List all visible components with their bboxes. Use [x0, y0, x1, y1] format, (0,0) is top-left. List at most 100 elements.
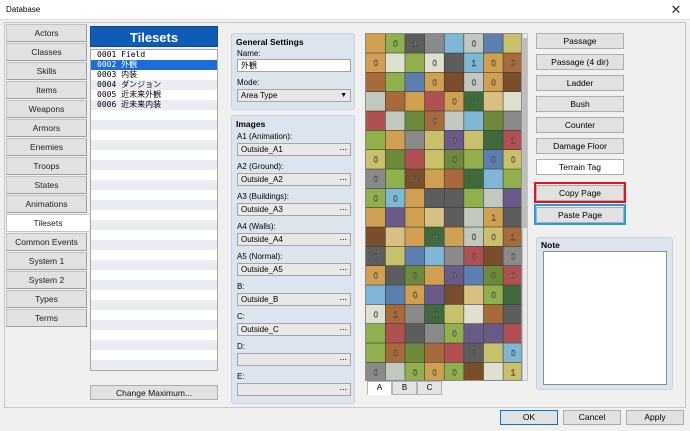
tile-cell[interactable]: [366, 227, 386, 247]
tile-scrollbar[interactable]: [522, 33, 528, 381]
category-items-button[interactable]: Items: [6, 81, 87, 99]
tile-cell[interactable]: [405, 130, 425, 150]
tile-cell[interactable]: [385, 208, 405, 227]
tile-cell[interactable]: [385, 111, 405, 131]
image-slot-field[interactable]: Outside_A1...: [237, 142, 351, 156]
tile-cell[interactable]: [385, 92, 405, 111]
tileset-list-item[interactable]: 0003 内装: [91, 70, 217, 80]
image-slot-field[interactable]: Outside_A3...: [237, 202, 351, 216]
image-slot-field[interactable]: Outside_A2...: [237, 172, 351, 186]
tile-cell[interactable]: [503, 324, 522, 343]
ok-button[interactable]: OK: [500, 410, 558, 425]
category-enemies-button[interactable]: Enemies: [6, 138, 87, 156]
tile-cell[interactable]: [464, 266, 484, 285]
tile-cell[interactable]: [464, 130, 484, 150]
tile-cell[interactable]: [424, 246, 444, 266]
tile-cell[interactable]: [483, 169, 503, 189]
tileset-list-item[interactable]: 0002 外観: [91, 60, 217, 70]
tile-cell[interactable]: [444, 169, 464, 189]
tile-cell[interactable]: [405, 188, 425, 208]
tile-cell[interactable]: [405, 246, 425, 266]
tile-cell[interactable]: [503, 72, 522, 92]
category-skills-button[interactable]: Skills: [6, 62, 87, 80]
tile-cell[interactable]: [444, 72, 464, 92]
tile-cell[interactable]: [483, 34, 503, 53]
tile-cell[interactable]: [424, 169, 444, 189]
tileset-list-item[interactable]: 0005 近未来外観: [91, 90, 217, 100]
category-animations-button[interactable]: Animations: [6, 195, 87, 213]
tileset-list-item[interactable]: 0001 Field: [91, 50, 217, 60]
tile-cell[interactable]: [464, 188, 484, 208]
tile-cell[interactable]: [483, 246, 503, 266]
category-terms-button[interactable]: Terms: [6, 309, 87, 327]
tile-cell[interactable]: [366, 34, 386, 53]
tile-cell[interactable]: [483, 304, 503, 324]
tile-cell[interactable]: [405, 227, 425, 247]
bush-button[interactable]: Bush: [536, 96, 624, 112]
tile-cell[interactable]: [464, 362, 484, 381]
tile-cell[interactable]: [366, 324, 386, 343]
tile-cell[interactable]: [385, 227, 405, 247]
tile-cell[interactable]: [385, 246, 405, 266]
tile-cell[interactable]: [503, 304, 522, 324]
tile-cell[interactable]: [444, 304, 464, 324]
category-armors-button[interactable]: Armors: [6, 119, 87, 137]
tile-cell[interactable]: [385, 266, 405, 285]
tile-cell[interactable]: [405, 343, 425, 363]
tile-cell[interactable]: [444, 343, 464, 363]
image-slot-field[interactable]: ...: [237, 352, 351, 366]
tile-cell[interactable]: [385, 130, 405, 150]
tile-cell[interactable]: [366, 343, 386, 363]
tile-tab-b[interactable]: B: [392, 381, 417, 395]
tile-palette[interactable]: 0 1 0 0 0 1 0 0 0 0 0 0 0 0 0 1 0 0 0 0 0 0 0 0 1 0 0 0 1 0 0 0 0 0 0 0 0 0 0 0…: [365, 33, 522, 381]
tileset-list[interactable]: 0001 Field 0002 外観 0003 内装 0004 ダンジョン 0005 近…: [90, 49, 218, 371]
tile-cell[interactable]: [483, 324, 503, 343]
tile-cell[interactable]: [444, 188, 464, 208]
tile-cell[interactable]: [366, 285, 386, 305]
name-field[interactable]: 外観: [237, 59, 351, 72]
tile-tab-c[interactable]: C: [417, 381, 442, 395]
tile-cell[interactable]: [483, 130, 503, 150]
tile-cell[interactable]: [366, 72, 386, 92]
tile-cell[interactable]: [405, 150, 425, 169]
tile-cell[interactable]: [424, 208, 444, 227]
paste-page-button[interactable]: Paste Page: [536, 207, 624, 223]
tile-cell[interactable]: [444, 208, 464, 227]
tile-cell[interactable]: [503, 208, 522, 227]
tile-cell[interactable]: [366, 130, 386, 150]
tile-cell[interactable]: [405, 72, 425, 92]
tile-cell[interactable]: [424, 266, 444, 285]
category-tilesets-button[interactable]: Tilesets: [6, 214, 89, 232]
category-common-events-button[interactable]: Common Events: [6, 233, 87, 251]
tile-cell[interactable]: [424, 92, 444, 111]
tile-cell[interactable]: [424, 324, 444, 343]
tile-grid[interactable]: 0 1 0 0 0 1 0 0 0 0 0 0 0 0 0 1 0 0 0 0 0 0 0 0 1 0 0 0 1 0 0 0 0 0 0 0 0 0 0 0…: [366, 34, 522, 381]
tile-cell[interactable]: [405, 304, 425, 324]
tile-cell[interactable]: [385, 72, 405, 92]
category-system-1-button[interactable]: System 1: [6, 252, 87, 270]
tile-scrollbar-thumb[interactable]: [523, 38, 527, 228]
mode-select[interactable]: Area Type ▼: [237, 89, 351, 102]
tile-cell[interactable]: [424, 150, 444, 169]
tileset-list-item[interactable]: 0006 近未来内装: [91, 100, 217, 110]
tile-cell[interactable]: [483, 188, 503, 208]
tileset-list-item[interactable]: 0004 ダンジョン: [91, 80, 217, 90]
tile-cell[interactable]: [483, 362, 503, 381]
category-system-2-button[interactable]: System 2: [6, 271, 87, 289]
tile-cell[interactable]: [385, 169, 405, 189]
tile-cell[interactable]: [366, 111, 386, 131]
cancel-button[interactable]: Cancel: [563, 410, 621, 425]
tile-cell[interactable]: [503, 92, 522, 111]
image-slot-field[interactable]: Outside_C...: [237, 322, 351, 336]
tile-tab-a[interactable]: A: [367, 381, 392, 395]
image-slot-field[interactable]: Outside_A4...: [237, 232, 351, 246]
tile-cell[interactable]: [464, 111, 484, 131]
tile-cell[interactable]: [444, 227, 464, 247]
apply-button[interactable]: Apply: [626, 410, 684, 425]
tile-cell[interactable]: [405, 92, 425, 111]
passage-button[interactable]: Passage: [536, 33, 624, 49]
ladder-button[interactable]: Ladder: [536, 75, 624, 91]
tile-cell[interactable]: [444, 53, 464, 73]
image-slot-field[interactable]: Outside_B...: [237, 292, 351, 306]
tile-cell[interactable]: [385, 53, 405, 73]
